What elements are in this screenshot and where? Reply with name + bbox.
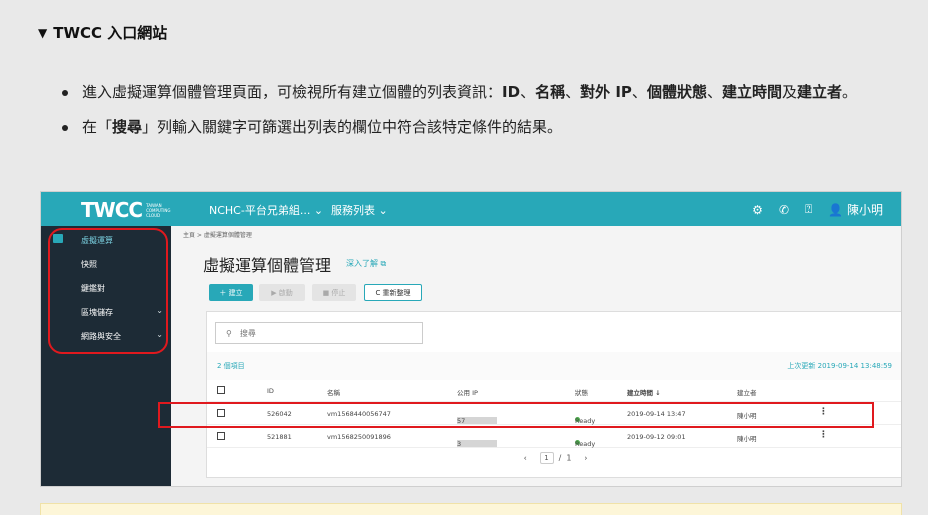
table-row[interactable]: 521881 vm1568250091896 203 Ready 2019-09… [207,426,901,448]
column-header[interactable]: 狀態 [575,387,588,397]
stop-button[interactable]: ■ 停止 [312,284,356,301]
help-icon[interactable]: ⍰ [805,202,812,217]
bold-term: 個體狀態 [646,83,707,101]
cell-created: 2019-09-12 09:01 [627,433,686,441]
column-header[interactable]: 公用 IP [457,387,478,397]
next-page-button[interactable]: › [584,454,587,463]
page-input[interactable]: 1 [539,452,554,464]
phone-icon[interactable]: ✆ [779,203,789,217]
bullet-list: 進入虛擬運算個體管理頁面，可檢視所有建立個體的列表資訊：ID、名稱、對外 IP、… [58,80,898,150]
create-button[interactable]: ＋ 建立 [209,284,253,301]
logo-subtext: TAIWAN COMPUTING CLOUD [146,202,171,218]
breadcrumb[interactable]: 主頁 > 虛擬運算個體管理 [183,230,252,239]
page-total: 1 [566,453,572,463]
last-updated: 上次更新 2019-09-14 13:48:59 [787,362,892,370]
logo-text: TWCC [81,198,143,222]
summary-label: TWCC 入口網站 [53,24,168,42]
column-header[interactable]: 建立者 [737,387,757,397]
sep: 、 [631,83,647,101]
user-icon: 👤 [828,203,844,217]
highlight-box-sidebar [48,228,168,354]
bullet-text: 進入虛擬運算個體管理頁面，可檢視所有建立個體的列表資訊： [82,83,503,101]
search-placeholder: 搜尋 [239,328,256,338]
triangle-down-icon: ▼ [38,25,48,40]
column-header[interactable]: 建立時間 ↓ [627,387,661,397]
project-dropdown[interactable]: NCHC-平台兄弟組... ⌄ [209,202,323,218]
cell-id: 521881 [267,433,292,441]
page: ▼ TWCC 入口網站 進入虛擬運算個體管理頁面，可檢視所有建立個體的列表資訊：… [0,0,928,515]
row-checkbox[interactable] [217,432,225,440]
bold-term: 建立時間 [721,83,782,101]
main-content: 主頁 > 虛擬運算個體管理 虛擬運算個體管理 深入了解 ⧉ ＋ 建立 ▶ 啟動 … [171,226,901,486]
table-header: ID 名稱 公用 IP 狀態 建立時間 ↓ 建立者 [207,380,901,402]
start-button[interactable]: ▶ 啟動 [259,284,305,301]
sep: 、 [706,83,722,101]
item-count: 2 個項目 [217,362,245,370]
user-name: 陳小明 [846,203,883,217]
bullet-text: 」列輸入關鍵字可篩選出列表的欄位中符合該特定條件的結果。 [142,118,563,136]
column-header[interactable]: ID [267,387,274,395]
redaction-mask [457,440,497,447]
search-icon: ⚲ [226,328,232,338]
collapsible-summary[interactable]: ▼ TWCC 入口網站 [38,22,167,43]
prev-page-button[interactable]: ‹ [524,454,527,463]
sep: 及 [781,83,797,101]
app-topbar: TWCC TAIWAN COMPUTING CLOUD NCHC-平台兄弟組..… [41,192,901,226]
bold-term: ID [502,83,521,101]
sep: 。 [842,83,858,101]
more-options-icon[interactable]: ⋮ [819,430,828,440]
twcc-logo[interactable]: TWCC TAIWAN COMPUTING CLOUD [81,198,176,222]
embedded-screenshot: TWCC TAIWAN COMPUTING CLOUD NCHC-平台兄弟組..… [40,191,902,487]
cell-name[interactable]: vm1568250091896 [327,433,391,441]
notice-box [40,503,902,515]
bold-term: 搜尋 [112,118,143,136]
services-dropdown[interactable]: 服務列表 ⌄ [331,202,388,218]
learn-more-link[interactable]: 深入了解 ⧉ [346,258,386,269]
highlight-box-row [158,402,874,428]
user-menu[interactable]: 👤 陳小明 [828,201,883,218]
bold-term: 對外 IP [580,83,632,101]
column-header[interactable]: 名稱 [327,387,340,397]
topbar-icons: ⚙ ✆ ⍰ 👤 陳小明 [752,201,883,218]
bullet-item-2: 在「搜尋」列輸入關鍵字可篩選出列表的欄位中符合該特定條件的結果。 [58,115,898,140]
pagination: ‹ 1 / 1 › [207,452,901,464]
refresh-button[interactable]: C 重新整理 [364,284,422,301]
cell-creator: 陳小明 [737,435,757,443]
search-input[interactable]: ⚲ 搜尋 [215,322,423,344]
gear-icon[interactable]: ⚙ [752,203,763,217]
bold-term: 名稱 [535,83,566,101]
sep: 、 [520,83,536,101]
page-separator: / [558,453,562,463]
sep: 、 [565,83,581,101]
bullet-item-1: 進入虛擬運算個體管理頁面，可檢視所有建立個體的列表資訊：ID、名稱、對外 IP、… [58,80,898,105]
instance-table-card: ⚲ 搜尋 2 個項目 上次更新 2019-09-14 13:48:59 ID 名… [206,311,901,478]
bullet-text: 在「 [82,118,113,136]
page-title: 虛擬運算個體管理 [203,256,332,275]
select-all-checkbox[interactable] [217,386,225,394]
bold-term: 建立者 [797,83,843,101]
